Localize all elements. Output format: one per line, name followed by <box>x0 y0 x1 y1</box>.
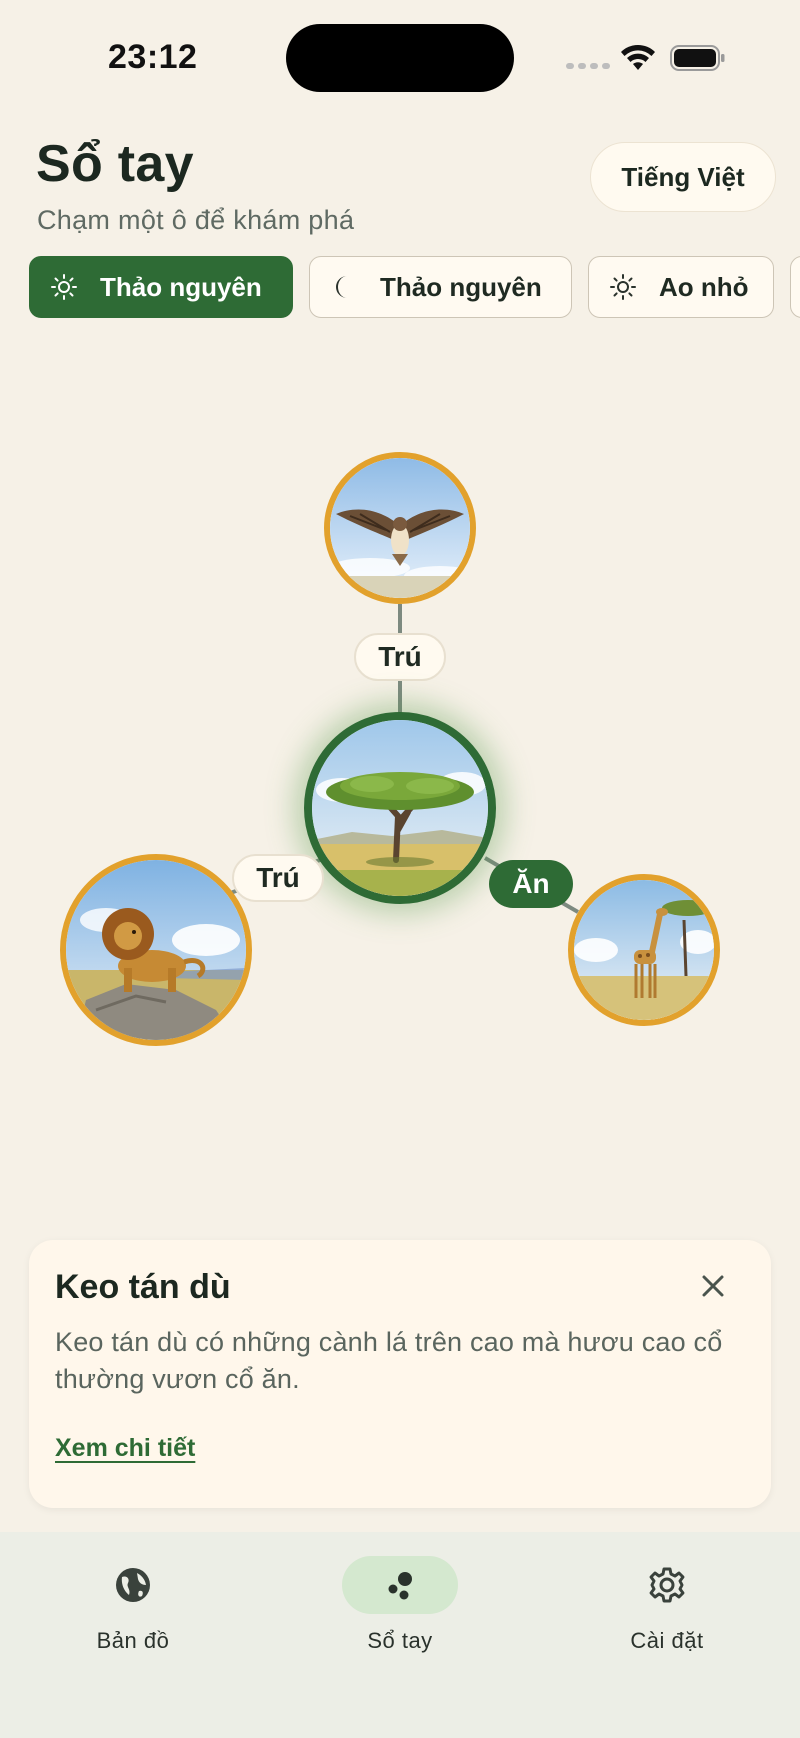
giraffe-illustration <box>574 880 714 1020</box>
close-icon[interactable] <box>697 1270 729 1302</box>
gear-icon <box>649 1567 685 1603</box>
info-card-description: Keo tán dù có những cành lá trên cao mà … <box>55 1327 723 1394</box>
animal-node-giraffe[interactable] <box>568 874 720 1026</box>
relation-label-hawk[interactable]: Trú <box>354 633 446 681</box>
filter-chip-label: Ao nhỏ <box>659 271 749 302</box>
animal-node-lion[interactable] <box>60 854 252 1046</box>
nav-label-map: Bản đồ <box>96 1628 170 1653</box>
center-node-acacia-tree[interactable] <box>304 712 496 904</box>
notebook-dots-icon <box>388 1572 412 1600</box>
animal-node-hawk[interactable] <box>324 452 476 604</box>
nav-label-settings: Cài đặt <box>630 1628 704 1653</box>
filter-chip-savanna-day[interactable]: Thảo nguyên <box>29 256 293 318</box>
moon-icon <box>336 276 347 298</box>
relation-label-lion[interactable]: Trú <box>232 854 324 902</box>
filter-chip-label: Thảo nguyên <box>380 271 542 302</box>
cellular-signal-icon <box>566 63 610 69</box>
page-title: Sổ tay <box>36 135 194 193</box>
food-web-graph: Trú Trú Ăn <box>0 330 800 1230</box>
filter-chip-savanna-night[interactable]: Thảo nguyên <box>309 256 572 318</box>
filter-chip-more[interactable] <box>790 256 800 318</box>
nav-item-map[interactable]: Bản đồ <box>48 1556 218 1666</box>
status-bar: 23:12 <box>0 0 800 110</box>
sun-icon <box>51 274 77 300</box>
hawk-illustration <box>330 458 470 598</box>
acacia-tree-illustration <box>312 720 488 896</box>
habitat-filter-bar: Thảo nguyên Thảo nguyên Ao nhỏ <box>0 256 800 320</box>
sun-icon <box>610 274 636 300</box>
dynamic-island <box>286 24 514 92</box>
battery-icon <box>670 45 725 71</box>
filter-chip-label: Thảo nguyên <box>100 271 262 302</box>
wifi-icon <box>621 44 655 70</box>
info-card-title: Keo tán dù <box>55 1268 231 1306</box>
nav-item-notebook[interactable]: Sổ tay <box>315 1556 485 1666</box>
filter-chip-pond-day[interactable]: Ao nhỏ <box>588 256 774 318</box>
globe-icon <box>116 1568 150 1602</box>
lion-illustration <box>66 860 246 1040</box>
language-button[interactable]: Tiếng Việt <box>590 142 776 212</box>
nav-label-notebook: Sổ tay <box>367 1628 433 1653</box>
relation-label-giraffe[interactable]: Ăn <box>489 860 573 908</box>
species-info-card: Keo tán dù Keo tán dù có những cành lá t… <box>29 1240 771 1508</box>
status-time: 23:12 <box>108 38 198 76</box>
nav-item-settings[interactable]: Cài đặt <box>582 1556 752 1666</box>
view-details-link[interactable]: Xem chi tiết <box>55 1434 195 1463</box>
bottom-navigation: Bản đồ Sổ tay Cài đặt <box>0 1532 800 1738</box>
page-subtitle: Chạm một ô để khám phá <box>37 205 355 235</box>
